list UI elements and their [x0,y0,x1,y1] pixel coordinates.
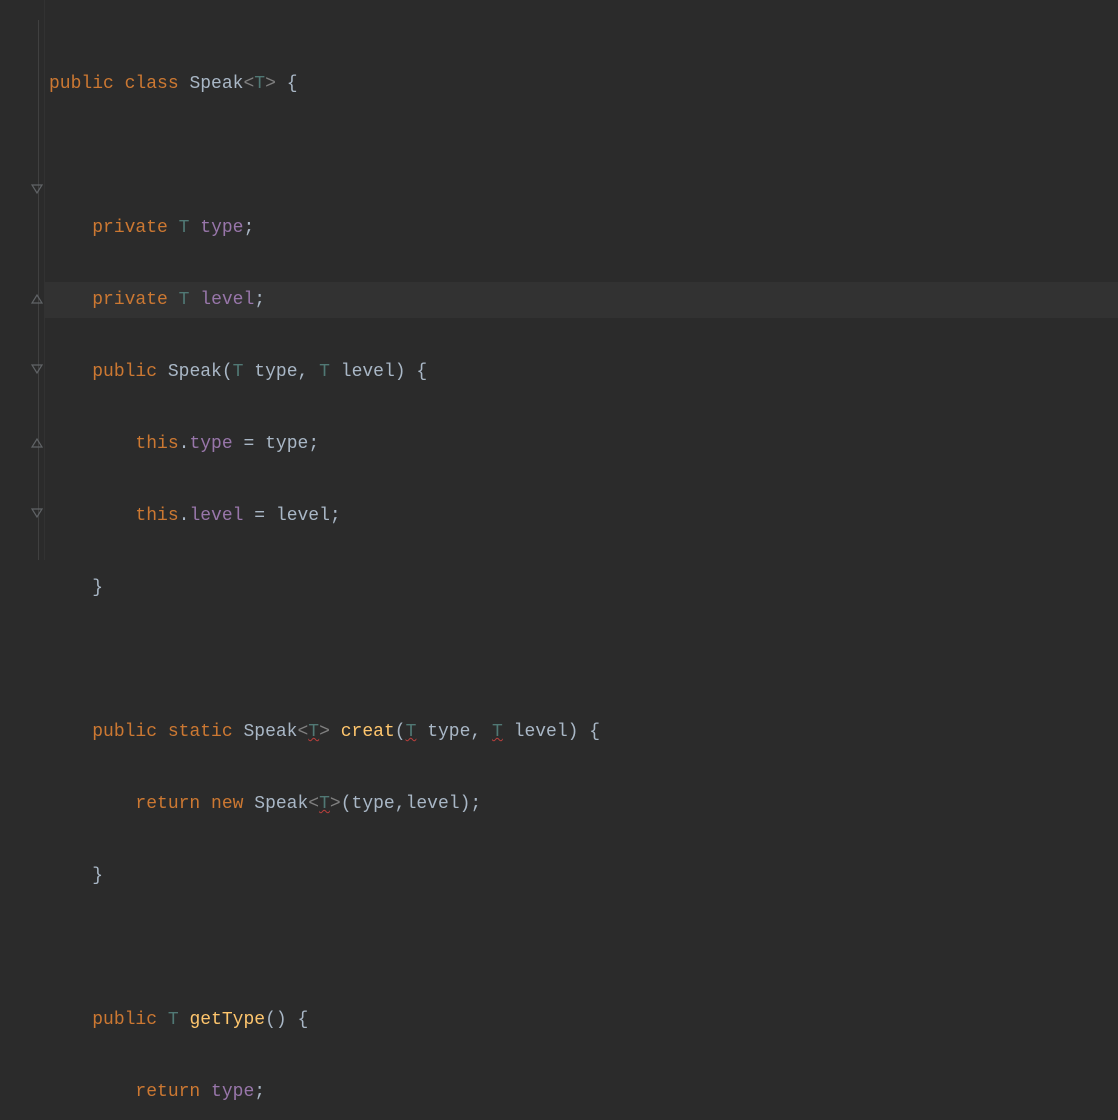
fold-marker-icon[interactable] [30,435,44,449]
paren: ) [460,794,471,814]
code-line: } [45,570,1118,606]
keyword-this: this [135,434,178,454]
code-line-blank [45,930,1118,966]
editor-gutter [0,0,45,560]
comma: , [395,794,406,814]
paren: ) [395,362,406,382]
type-parameter-error: T [308,722,319,742]
field-name: type [211,1082,254,1102]
type-parameter-error: T [406,722,417,742]
param: type [352,794,395,814]
comma: , [298,362,309,382]
keyword: public [49,74,114,94]
code-line: public T getType() { [45,1002,1118,1038]
angle-bracket: < [308,794,319,814]
fold-marker-icon[interactable] [30,291,44,305]
fold-guide-line [38,20,39,560]
class-name: Speak [243,722,297,742]
code-line: public class Speak<T> { [45,66,1118,102]
type-parameter: T [233,362,244,382]
keyword: return [135,794,200,814]
brace: { [298,1010,309,1030]
code-line: this.type = type; [45,426,1118,462]
keyword: new [211,794,243,814]
brace: } [92,866,103,886]
code-line: return new Speak<T>(type,level); [45,786,1118,822]
code-line: private T type; [45,210,1118,246]
dot: . [179,434,190,454]
keyword: private [92,290,168,310]
paren: ) [568,722,579,742]
param: level [406,794,460,814]
paren: ( [341,794,352,814]
type-parameter: T [254,74,265,94]
semicolon: ; [254,290,265,310]
keyword: public [92,362,157,382]
type-parameter: T [179,218,190,238]
method-name: creat [341,722,395,742]
semicolon: ; [308,434,319,454]
type-parameter: T [319,362,330,382]
field-name: type [189,434,232,454]
keyword: private [92,218,168,238]
param: level [341,362,395,382]
code-line: return type; [45,1074,1118,1110]
param: type [427,722,470,742]
type-parameter-error: T [319,794,330,814]
field-name: level [200,290,254,310]
keyword: class [125,74,179,94]
paren: ( [265,1010,276,1030]
class-name: Speak [189,74,243,94]
equals: = [243,434,254,454]
semicolon: ; [254,1082,265,1102]
code-line-blank [45,642,1118,678]
type-parameter-error: T [492,722,503,742]
semicolon: ; [470,794,481,814]
brace: { [589,722,600,742]
param: level [276,506,330,526]
brace: { [416,362,427,382]
comma: , [470,722,481,742]
brace: { [287,74,298,94]
angle-bracket: > [319,722,330,742]
code-line-current: private T level; [45,282,1118,318]
fold-marker-icon[interactable] [30,507,44,521]
angle-bracket: < [243,74,254,94]
param: type [254,362,297,382]
code-line-blank [45,138,1118,174]
code-editor[interactable]: public class Speak<T> { private T type; … [45,0,1118,560]
constructor-name: Speak [168,362,222,382]
field-name: type [200,218,243,238]
fold-marker-icon[interactable] [30,363,44,377]
fold-marker-icon[interactable] [30,183,44,197]
param: level [514,722,568,742]
class-name: Speak [254,794,308,814]
semicolon: ; [330,506,341,526]
semicolon: ; [244,218,255,238]
brace: } [92,578,103,598]
angle-bracket: > [265,74,276,94]
code-line: this.level = level; [45,498,1118,534]
method-name: getType [189,1010,265,1030]
keyword: public [92,1010,157,1030]
keyword: public [92,722,157,742]
paren: ( [395,722,406,742]
keyword: static [168,722,233,742]
equals: = [254,506,265,526]
keyword: return [135,1082,200,1102]
type-parameter: T [168,1010,179,1030]
keyword-this: this [135,506,178,526]
type-parameter: T [179,290,190,310]
dot: . [179,506,190,526]
param: type [265,434,308,454]
code-line: public static Speak<T> creat(T type, T l… [45,714,1118,750]
paren: ) [276,1010,287,1030]
field-name: level [189,506,243,526]
code-line: public Speak(T type, T level) { [45,354,1118,390]
angle-bracket: < [297,722,308,742]
code-line: } [45,858,1118,894]
paren: ( [222,362,233,382]
angle-bracket: > [330,794,341,814]
